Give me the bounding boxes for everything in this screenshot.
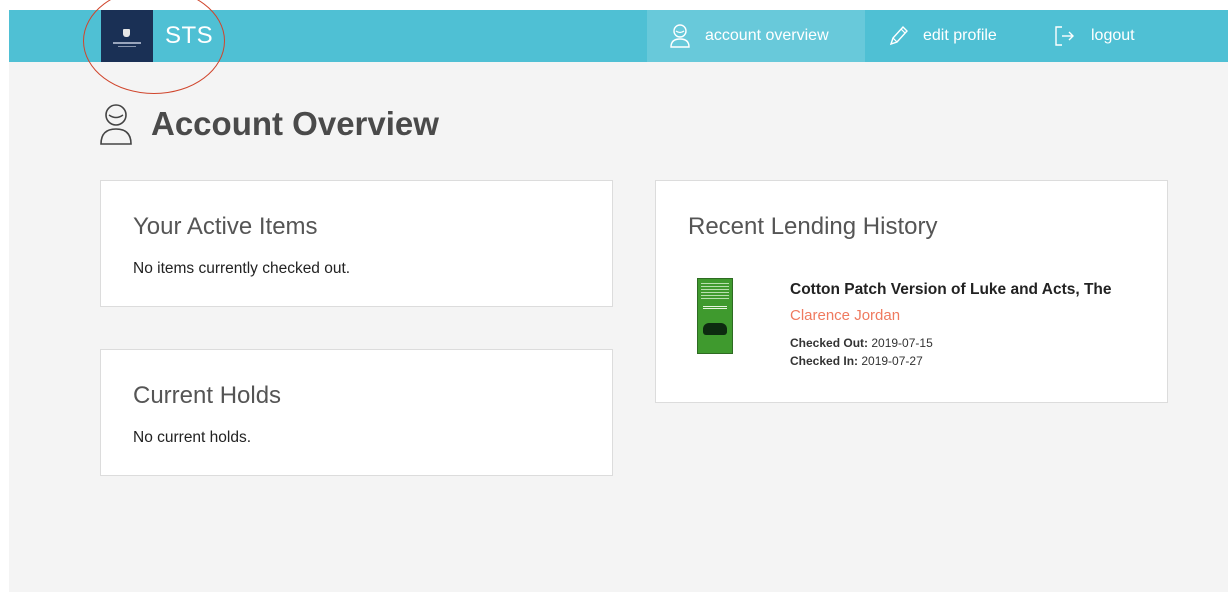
logo-wordmark <box>113 42 141 44</box>
user-icon <box>100 104 132 145</box>
user-icon <box>670 24 690 48</box>
book-cover-author-text <box>703 306 727 310</box>
current-holds-title: Current Holds <box>133 382 282 409</box>
checked-in-row: Checked In: 2019-07-27 <box>790 354 923 368</box>
top-navigation-bar: STS account overview edit profile logout <box>9 10 1228 62</box>
nav-edit-profile[interactable]: edit profile <box>887 10 997 62</box>
nav-logout-label: logout <box>1091 27 1135 44</box>
lending-history-card: Recent Lending History Cotton Patch Vers… <box>655 180 1168 403</box>
book-cover-illustration <box>703 323 727 335</box>
active-items-message: No items currently checked out. <box>133 260 351 277</box>
crest-icon <box>123 29 130 37</box>
current-holds-message: No current holds. <box>133 429 252 446</box>
checked-out-label: Checked Out: <box>790 336 869 350</box>
lending-history-title: Recent Lending History <box>688 213 938 240</box>
checked-out-date: 2019-07-15 <box>871 336 933 350</box>
pencil-icon <box>889 25 908 46</box>
nav-logout[interactable]: logout <box>1053 10 1135 62</box>
current-holds-card: Current Holds No current holds. <box>100 349 613 476</box>
book-cover-image[interactable] <box>697 278 733 354</box>
book-author-link[interactable]: Clarence Jordan <box>790 307 900 324</box>
institution-logo[interactable] <box>101 10 153 62</box>
nav-account-overview-label: account overview <box>705 27 829 44</box>
checked-in-date: 2019-07-27 <box>861 354 923 368</box>
active-items-title: Your Active Items <box>133 213 318 240</box>
nav-account-overview[interactable]: account overview <box>647 10 865 62</box>
page-header: Account Overview <box>99 102 439 146</box>
brand-name[interactable]: STS <box>165 22 213 50</box>
book-cover-title-text <box>701 283 729 299</box>
checked-out-row: Checked Out: 2019-07-15 <box>790 336 933 350</box>
checked-in-label: Checked In: <box>790 354 859 368</box>
active-items-card: Your Active Items No items currently che… <box>100 180 613 307</box>
logout-icon <box>1055 26 1074 46</box>
logo-wordmark-sub <box>118 46 136 47</box>
book-title[interactable]: Cotton Patch Version of Luke and Acts, T… <box>790 281 1112 299</box>
app-frame: STS account overview edit profile logout… <box>9 0 1228 592</box>
nav-edit-profile-label: edit profile <box>923 27 997 44</box>
page-title: Account Overview <box>151 105 439 142</box>
